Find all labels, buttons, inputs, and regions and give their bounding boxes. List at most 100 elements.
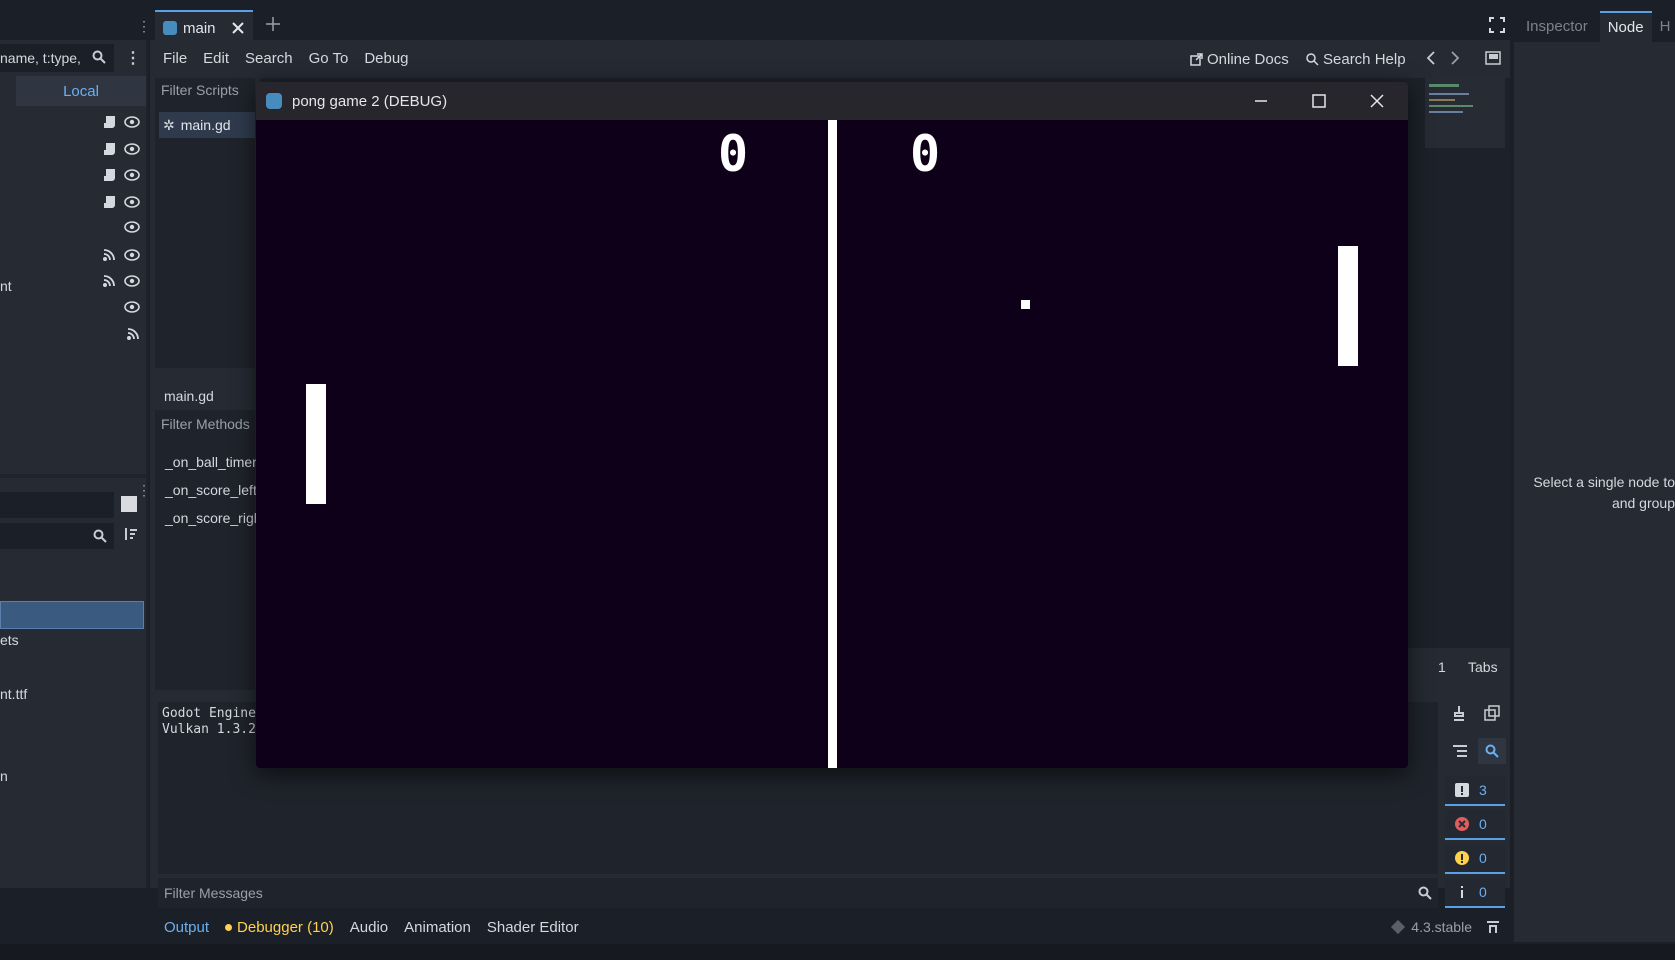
game-window-titlebar[interactable]: pong game 2 (DEBUG) bbox=[256, 82, 1408, 120]
fs-selected-row[interactable] bbox=[0, 601, 144, 629]
close-icon[interactable] bbox=[231, 22, 244, 34]
scene-tree-row[interactable] bbox=[102, 142, 140, 156]
script-item-label: main.gd bbox=[180, 117, 231, 133]
visibility-eye-icon[interactable] bbox=[124, 195, 140, 208]
game-viewport[interactable]: 0 0 bbox=[256, 120, 1408, 768]
fs-item[interactable]: n bbox=[0, 768, 8, 784]
attached-script-icon[interactable] bbox=[102, 142, 116, 156]
tab-debugger[interactable]: Debugger (10) bbox=[237, 919, 334, 936]
update-spinner-icon bbox=[1391, 919, 1406, 935]
chevron-left-icon[interactable] bbox=[1426, 50, 1436, 66]
add-tab-icon[interactable] bbox=[265, 16, 281, 32]
scene-tree-row[interactable] bbox=[124, 221, 140, 233]
tab-main[interactable]: main bbox=[155, 10, 253, 44]
attached-script-icon[interactable] bbox=[102, 168, 116, 182]
message-count-toggle[interactable]: 3 bbox=[1445, 776, 1505, 806]
visibility-eye-icon[interactable] bbox=[124, 142, 140, 155]
attached-script-icon[interactable] bbox=[102, 195, 116, 209]
game-window[interactable]: pong game 2 (DEBUG) 0 0 bbox=[256, 82, 1408, 768]
fs-item[interactable]: nt.ttf bbox=[0, 686, 27, 702]
menu-go-to[interactable]: Go To bbox=[301, 42, 357, 76]
ball bbox=[1021, 300, 1030, 309]
help-search-icon bbox=[1305, 52, 1319, 66]
editor-message-count: 0 bbox=[1479, 884, 1487, 900]
center-net bbox=[828, 120, 837, 768]
pin-panel-icon[interactable] bbox=[1486, 920, 1500, 934]
signal-connected-icon[interactable] bbox=[102, 248, 116, 262]
visibility-eye-icon[interactable] bbox=[124, 221, 140, 233]
scene-tree-row[interactable] bbox=[102, 195, 140, 209]
clear-output-icon[interactable] bbox=[1452, 705, 1466, 721]
search-help-button[interactable]: Search Help bbox=[1305, 42, 1406, 76]
visibility-eye-icon[interactable] bbox=[124, 248, 140, 261]
scene-filter-text: name, t:type, bbox=[0, 50, 81, 66]
sort-icon[interactable] bbox=[123, 526, 139, 542]
filter-methods-input[interactable]: Filter Methods bbox=[161, 416, 250, 432]
tab-history[interactable]: H bbox=[1660, 18, 1671, 35]
menu-file[interactable]: File bbox=[155, 42, 195, 76]
method-item[interactable]: _on_ball_timer bbox=[165, 454, 257, 470]
indent-tabs-label[interactable]: Tabs bbox=[1468, 659, 1498, 675]
tab-animation[interactable]: Animation bbox=[404, 919, 471, 936]
fs-path-input[interactable] bbox=[0, 492, 114, 518]
signal-connected-icon[interactable] bbox=[102, 274, 116, 288]
visibility-eye-icon[interactable] bbox=[124, 300, 140, 313]
distraction-free-icon[interactable] bbox=[1485, 51, 1501, 65]
tab-shader-editor[interactable]: Shader Editor bbox=[487, 919, 579, 936]
fs-menu-icon[interactable]: ⋮ bbox=[137, 482, 151, 499]
visibility-eye-icon[interactable] bbox=[124, 116, 140, 128]
filter-messages-input[interactable]: Filter Messages bbox=[158, 878, 1438, 908]
scene-dock: name, t:type, ⋮ Local nt bbox=[0, 40, 146, 474]
scene-tree-row[interactable] bbox=[124, 300, 140, 313]
fs-toggle-icon[interactable] bbox=[121, 496, 137, 512]
scene-menu-icon[interactable]: ⋮ bbox=[125, 48, 141, 68]
minimize-icon[interactable] bbox=[1254, 96, 1268, 106]
scene-tree-row[interactable] bbox=[102, 168, 140, 182]
search-help-label: Search Help bbox=[1323, 50, 1406, 68]
method-item[interactable]: _on_score_left bbox=[165, 482, 257, 498]
filter-output-toggle[interactable] bbox=[1478, 738, 1506, 764]
node-message-line: Select a single node to bbox=[1533, 474, 1675, 490]
node-dock-message: Select a single node to and group bbox=[1514, 472, 1675, 514]
scene-tree-row[interactable] bbox=[126, 327, 140, 341]
line-number: 1 bbox=[1438, 659, 1446, 675]
collapse-output-icon[interactable] bbox=[1452, 744, 1468, 758]
tab-output[interactable]: Output bbox=[164, 919, 209, 936]
tab-inspector[interactable]: Inspector bbox=[1526, 18, 1588, 35]
copy-output-icon[interactable] bbox=[1484, 705, 1500, 721]
menu-search[interactable]: Search bbox=[237, 42, 301, 76]
dock-menu-icon[interactable]: ⋮ bbox=[137, 18, 151, 35]
maximize-icon[interactable] bbox=[1312, 94, 1326, 108]
script-item-main[interactable]: ✲ main.gd bbox=[159, 112, 255, 138]
warning-icon bbox=[1445, 851, 1479, 865]
error-count-toggle[interactable]: 0 bbox=[1445, 810, 1505, 840]
minimap[interactable] bbox=[1425, 78, 1505, 148]
online-docs-button[interactable]: Online Docs bbox=[1190, 42, 1289, 76]
message-count: 3 bbox=[1479, 782, 1487, 798]
fs-item[interactable]: ets bbox=[0, 632, 19, 648]
signal-connected-icon[interactable] bbox=[126, 327, 140, 341]
filter-scripts-input[interactable]: Filter Scripts bbox=[161, 82, 239, 98]
method-item[interactable]: _on_score_right bbox=[165, 510, 265, 526]
scene-tree-row[interactable] bbox=[102, 115, 140, 129]
editor-message-count-toggle[interactable]: 0 bbox=[1445, 878, 1505, 908]
chevron-right-icon[interactable] bbox=[1450, 50, 1460, 66]
bottom-edge bbox=[0, 944, 1675, 960]
error-icon bbox=[1445, 817, 1479, 831]
menu-edit[interactable]: Edit bbox=[195, 42, 237, 76]
menu-debug[interactable]: Debug bbox=[356, 42, 416, 76]
visibility-eye-icon[interactable] bbox=[124, 169, 140, 181]
scene-filter-input[interactable]: name, t:type, bbox=[0, 44, 114, 72]
local-tab[interactable]: Local bbox=[16, 76, 146, 106]
fs-filter-input[interactable] bbox=[0, 523, 114, 549]
warning-count-toggle[interactable]: 0 bbox=[1445, 844, 1505, 874]
scene-tree-row[interactable] bbox=[102, 248, 140, 262]
tab-node[interactable]: Node bbox=[1599, 10, 1652, 42]
godot-icon bbox=[163, 21, 177, 35]
scene-tree-row[interactable] bbox=[102, 274, 140, 288]
visibility-eye-icon[interactable] bbox=[124, 275, 140, 287]
fullscreen-icon[interactable] bbox=[1489, 17, 1505, 33]
close-icon[interactable] bbox=[1370, 94, 1384, 108]
tab-audio[interactable]: Audio bbox=[350, 919, 388, 936]
attached-script-icon[interactable] bbox=[102, 115, 116, 129]
